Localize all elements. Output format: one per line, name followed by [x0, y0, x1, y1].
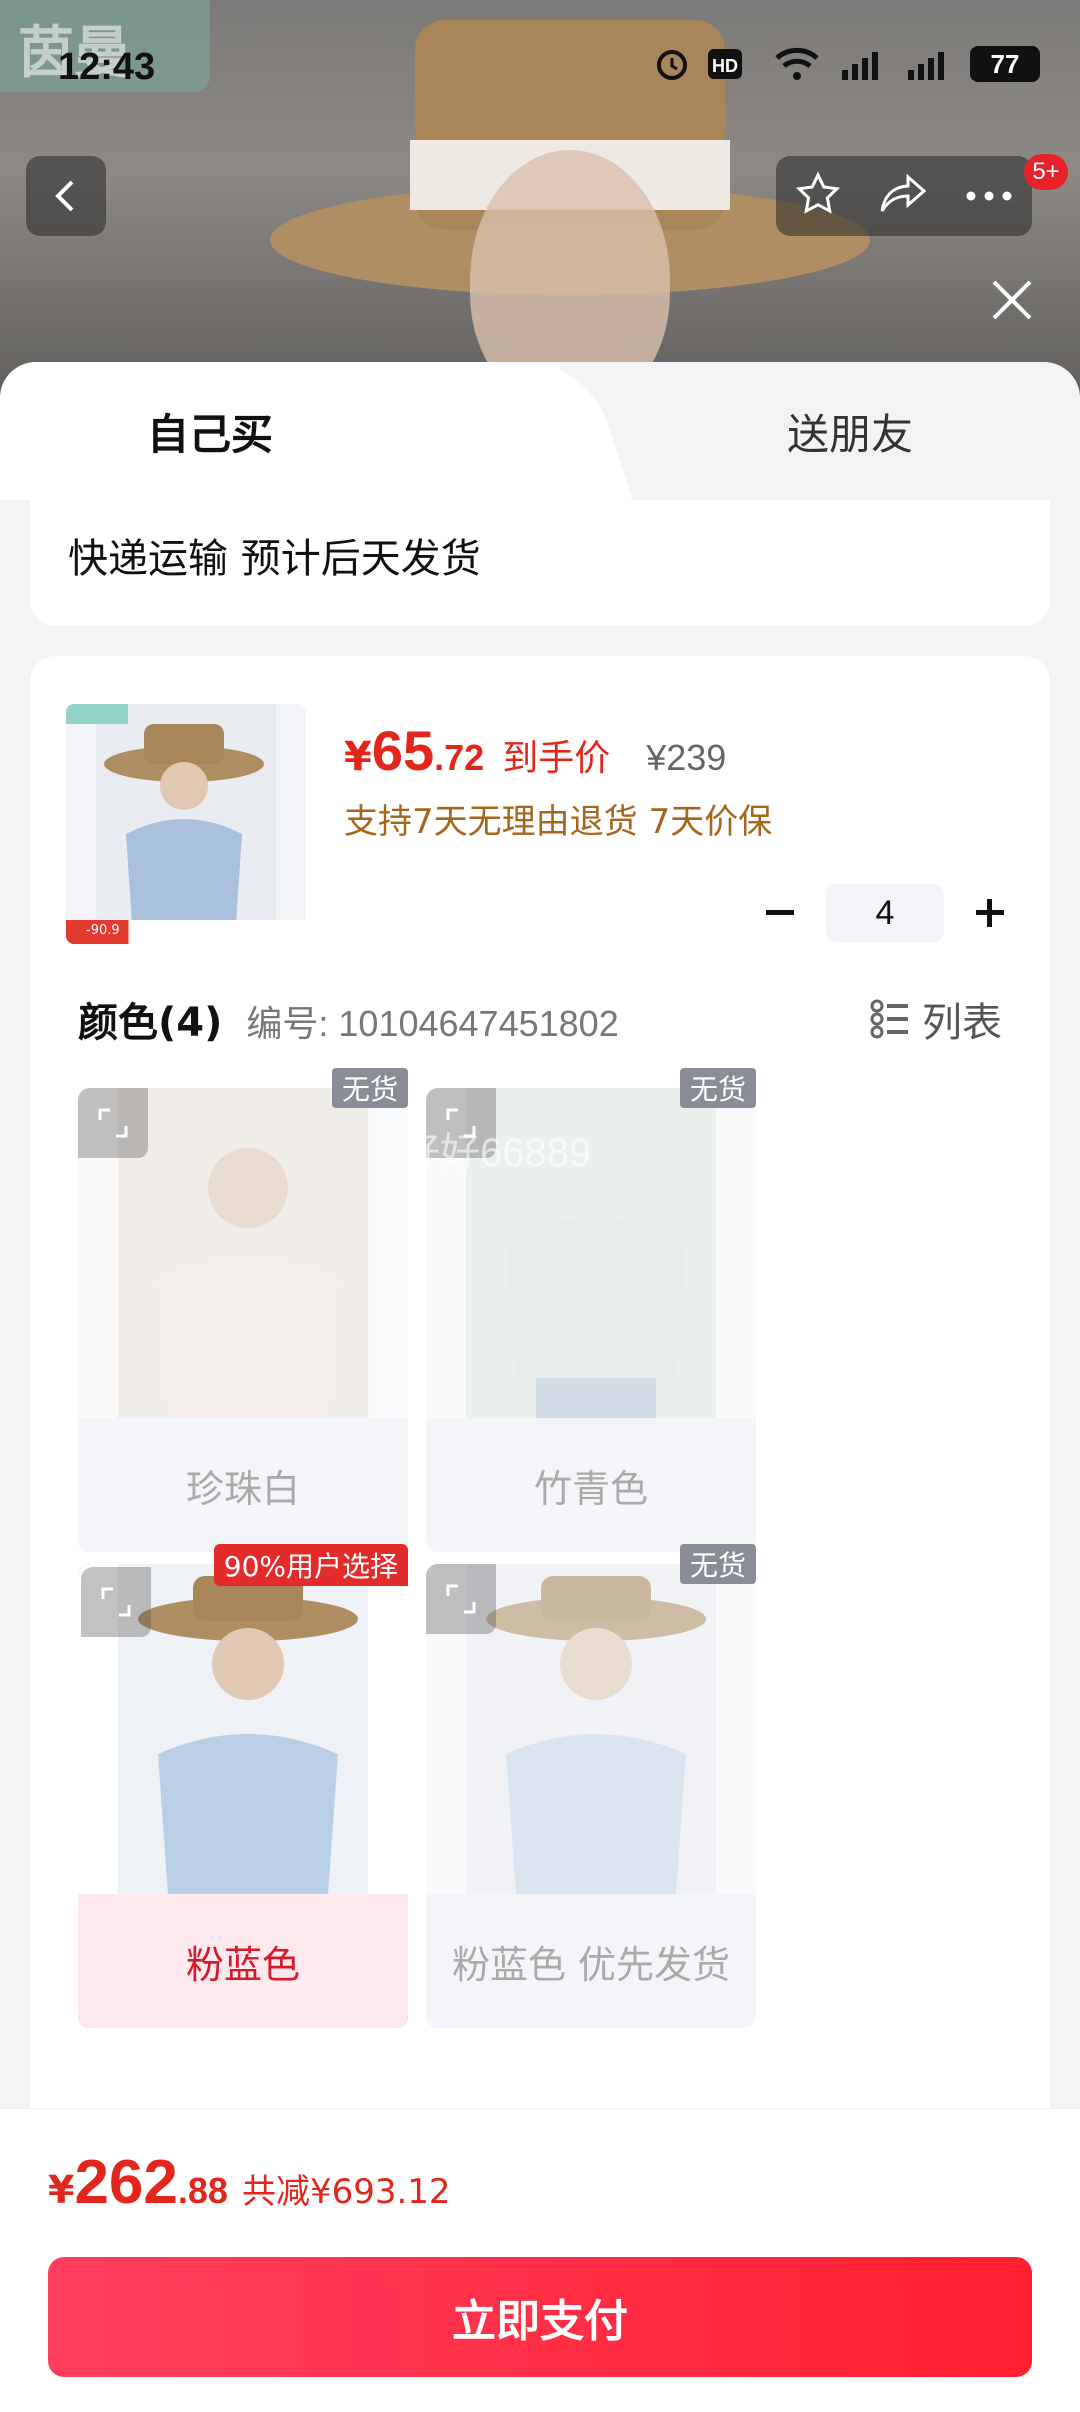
wifi-icon: [774, 46, 820, 82]
out-of-stock-badge: 无货: [331, 1068, 408, 1108]
variant-name: 珍珠白: [185, 1466, 300, 1511]
total-integer: 262: [74, 2148, 178, 2217]
list-view-toggle[interactable]: 列表: [870, 990, 1002, 1048]
variant-garment: [158, 1734, 338, 1894]
share-button[interactable]: [878, 171, 928, 221]
more-dots-icon: [966, 191, 1012, 200]
plus-icon: [976, 899, 1004, 927]
back-button[interactable]: [26, 156, 106, 236]
list-toggle-label: 列表: [922, 1000, 1002, 1046]
top-actions: [776, 156, 1032, 236]
close-button[interactable]: [980, 268, 1044, 332]
tab-self-label: 自己买: [146, 409, 273, 459]
quantity-stepper: 4: [752, 884, 1018, 942]
out-of-stock-badge: 无货: [679, 1068, 756, 1108]
minus-icon: [766, 910, 794, 915]
shipping-info: 快递运输 预计后天发货: [30, 500, 1050, 626]
color-header: 颜色(4) 编号: 10104647451802 列表: [78, 990, 1002, 1048]
variant-name: 粉蓝色 优先发货: [451, 1942, 731, 1987]
purchase-sheet: 送朋友 自己买 快递运输 预计后天发货 -90.9 ¥ 65 .72 到手价 ¥…: [0, 362, 1080, 2412]
total-saving: 共减¥693.12: [241, 2172, 451, 2212]
price-row: ¥ 65 .72 到手价 ¥239: [344, 718, 726, 783]
product-thumbnail[interactable]: -90.9: [66, 704, 306, 944]
zoom-icon[interactable]: [426, 1564, 496, 1634]
original-price: ¥239: [646, 737, 727, 778]
promo-strip-text: -90.9: [86, 923, 120, 938]
pay-now-button[interactable]: 立即支付: [48, 2257, 1032, 2377]
price-symbol: ¥: [344, 734, 372, 780]
sku-card: -90.9 ¥ 65 .72 到手价 ¥239 支持7天无理由退货 7天价保 4…: [30, 656, 1050, 2156]
checkout-footer: ¥ 262 .88 共减¥693.12 立即支付: [0, 2108, 1080, 2412]
purchase-tabs: 送朋友 自己买: [0, 362, 1080, 500]
variant-pink-blue[interactable]: 90%用户选择 粉蓝色: [78, 1544, 408, 2028]
price-label: 到手价: [502, 738, 611, 779]
total-decimal: .88: [177, 2170, 228, 2211]
more-button[interactable]: [965, 187, 1013, 206]
quantity-input[interactable]: 4: [826, 884, 944, 942]
alarm-icon: [654, 46, 690, 82]
out-of-stock-badge: 无货: [679, 1544, 756, 1584]
battery-indicator: 77: [970, 46, 1040, 82]
sku-code: 编号: 10104647451802: [246, 1003, 619, 1044]
increase-button[interactable]: [962, 885, 1018, 941]
status-time: 12:43: [58, 46, 156, 88]
status-bar: 12:43 HD 77: [0, 0, 1080, 110]
service-promise: 支持7天无理由退货 7天价保: [344, 802, 773, 842]
favorite-button[interactable]: [795, 171, 841, 221]
zoom-icon[interactable]: [426, 1088, 496, 1158]
signal-5g-icon: [838, 46, 886, 82]
total-symbol: ¥: [48, 2168, 75, 2212]
decrease-button[interactable]: [752, 885, 808, 941]
thumbnail-image: [96, 704, 276, 924]
tab-self[interactable]: 自己买: [0, 362, 560, 500]
price-decimal: .72: [434, 737, 485, 778]
zoom-icon[interactable]: [78, 1088, 148, 1158]
list-icon: [870, 999, 908, 1039]
variant-name: 粉蓝色: [78, 1894, 408, 2028]
variant-garment: [506, 1218, 686, 1378]
chevron-left-icon: [55, 180, 74, 212]
brand-tag: [66, 704, 128, 724]
popular-choice-badge: 90%用户选择: [213, 1544, 408, 1586]
signal-5g-icon-2: [904, 46, 952, 82]
price-integer: 65: [371, 719, 435, 782]
close-icon: [992, 280, 1032, 320]
tab-gift[interactable]: 送朋友: [560, 362, 1080, 500]
tab-gift-label: 送朋友: [786, 409, 913, 459]
variant-garment: [158, 1258, 338, 1418]
promo-strip: -90.9: [66, 920, 306, 944]
status-icons: HD 77: [654, 46, 1040, 82]
zoom-icon[interactable]: [81, 1567, 151, 1637]
color-title: 颜色(4): [78, 1000, 223, 1046]
shipping-text: 快递运输 预计后天发货: [68, 536, 481, 582]
message-badge: 5+: [1024, 154, 1068, 190]
variant-garment: [506, 1734, 686, 1894]
star-icon: [795, 171, 840, 214]
variant-name: 竹青色: [533, 1466, 648, 1511]
total-price-row: ¥ 262 .88 共减¥693.12: [48, 2147, 451, 2218]
share-icon: [880, 173, 927, 212]
variant-pearl-white[interactable]: 无货 珍珠白: [78, 1068, 408, 1552]
variant-bamboo-green[interactable]: 无货 竹青色: [426, 1068, 756, 1552]
svg-text:HD: HD: [712, 56, 738, 76]
hd-icon: HD: [708, 46, 756, 82]
variant-pink-blue-priority[interactable]: 无货 粉蓝色 优先发货: [426, 1544, 756, 2028]
